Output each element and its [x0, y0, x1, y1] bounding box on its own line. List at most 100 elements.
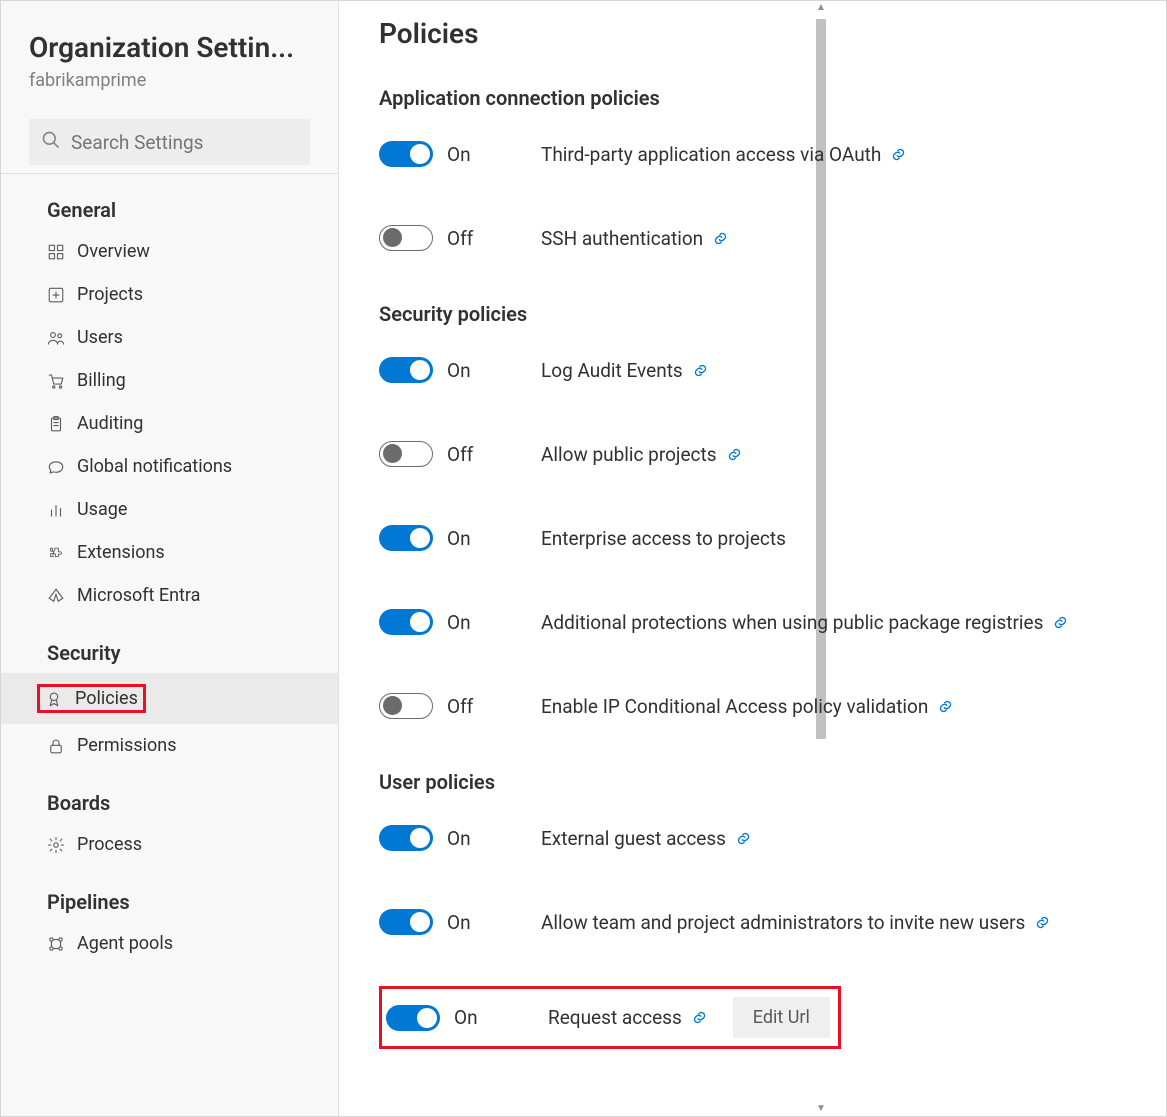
page-title: Policies [379, 17, 1126, 50]
link-icon[interactable] [693, 363, 708, 378]
policy-label: Allow team and project administrators to… [541, 911, 1025, 934]
toggle-state-label: On [447, 527, 471, 550]
pool-icon [47, 935, 65, 953]
nav-item-label: Users [77, 327, 326, 348]
nav-item-label: Process [77, 834, 326, 855]
main-content: Policies Application connection policies… [339, 1, 1166, 1116]
sidebar-title: Organization Settin... [29, 31, 310, 64]
search-settings[interactable] [29, 119, 310, 165]
toggle-log-audit-events[interactable] [379, 357, 433, 383]
puzzle-icon [47, 544, 65, 562]
ribbon-icon [45, 690, 63, 708]
nav-item-overview[interactable]: Overview [1, 230, 338, 273]
toggle-state-label: On [454, 1006, 478, 1029]
section-title: Security policies [379, 302, 1126, 326]
section-title: User policies [379, 770, 1126, 794]
nav-item-label: Permissions [77, 735, 326, 756]
nav-item-usage[interactable]: Usage [1, 488, 338, 531]
policy-label: Allow public projects [541, 443, 717, 466]
policy-label: Enable IP Conditional Access policy vali… [541, 695, 928, 718]
toggle-state-label: Off [447, 443, 473, 466]
nav-item-label: Agent pools [77, 933, 326, 954]
link-icon[interactable] [713, 231, 728, 246]
policy-row: On Allow team and project administrators … [379, 902, 1126, 942]
toggle-state-label: On [447, 827, 471, 850]
bar-chart-icon [47, 501, 65, 519]
policy-row: OffSSH authentication [379, 218, 1126, 258]
nav-item-policies[interactable]: Policies [1, 673, 338, 724]
toggle-knob [383, 444, 402, 463]
nav-item-label: Overview [77, 241, 326, 262]
toggle-state-label: Off [447, 695, 473, 718]
toggle-state-label: On [447, 911, 471, 934]
policy-row: Off Enable IP Conditional Access policy v… [379, 686, 1126, 726]
toggle-additional-protections-when-using-public-package-registries[interactable] [379, 609, 433, 635]
nav-item-agent-pools[interactable]: Agent pools [1, 922, 338, 965]
org-name: fabrikamprime [29, 70, 310, 91]
nav-item-label: Microsoft Entra [77, 585, 326, 606]
policy-row: OnThird-party application access via OAu… [379, 134, 1126, 174]
gear-icon [47, 836, 65, 854]
policy-label: Request access [548, 1006, 682, 1029]
nav-item-label: Global notifications [77, 456, 326, 477]
policy-row: OnEnterprise access to projects [379, 518, 1126, 558]
clipboard-icon [47, 415, 65, 433]
link-icon[interactable] [891, 147, 906, 162]
policy-label: External guest access [541, 827, 726, 850]
toggle-knob [410, 828, 430, 848]
edit-url-button[interactable]: Edit Url [733, 997, 830, 1038]
nav-item-global-notifications[interactable]: Global notifications [1, 445, 338, 488]
nav-item-label: Projects [77, 284, 326, 305]
nav: General Overview Projects Users Billing Audit… [1, 174, 338, 965]
section-title: Application connection policies [379, 86, 1126, 110]
nav-item-projects[interactable]: Projects [1, 273, 338, 316]
link-icon[interactable] [938, 699, 953, 714]
policy-row: OnAdditional protections when using publ… [379, 602, 1126, 642]
users-icon [47, 329, 65, 347]
link-icon[interactable] [736, 831, 751, 846]
toggle-allow-team-and-project-administrators-to-invite-new-users[interactable] [379, 909, 433, 935]
toggle-knob [410, 144, 430, 164]
cart-icon [47, 372, 65, 390]
sidebar: Organization Settin... fabrikamprime Gen… [1, 1, 339, 1116]
highlight-request-access: On Request access Edit Url [379, 986, 841, 1049]
policy-label: Third-party application access via OAuth [541, 143, 881, 166]
nav-item-label: Extensions [77, 542, 326, 563]
toggle-third-party-application-access-via-oauth[interactable] [379, 141, 433, 167]
nav-group-title: General [1, 174, 338, 230]
toggle-enterprise-access-to-projects[interactable] [379, 525, 433, 551]
policy-label: SSH authentication [541, 227, 703, 250]
toggle-external-guest-access[interactable] [379, 825, 433, 851]
search-icon [41, 130, 61, 154]
nav-item-billing[interactable]: Billing [1, 359, 338, 402]
nav-item-extensions[interactable]: Extensions [1, 531, 338, 574]
nav-item-process[interactable]: Process [1, 823, 338, 866]
toggle-ssh-authentication[interactable] [379, 225, 433, 251]
toggle-knob [383, 228, 402, 247]
policy-row: On Request access Edit Url [379, 986, 1126, 1049]
link-icon[interactable] [692, 1010, 707, 1025]
link-icon[interactable] [1053, 615, 1068, 630]
toggle-allow-public-projects[interactable] [379, 441, 433, 467]
nav-item-microsoft-entra[interactable]: Microsoft Entra [1, 574, 338, 617]
toggle-knob [410, 912, 430, 932]
policy-row: Off Allow public projects [379, 434, 1126, 474]
policy-label: Log Audit Events [541, 359, 683, 382]
policy-row: OnLog Audit Events [379, 350, 1126, 390]
toggle-knob [417, 1008, 437, 1028]
toggle-knob [410, 528, 430, 548]
nav-item-permissions[interactable]: Permissions [1, 724, 338, 767]
nav-item-users[interactable]: Users [1, 316, 338, 359]
highlight-policies: Policies [37, 684, 146, 713]
toggle-enable-ip-conditional-access-policy-validation[interactable] [379, 693, 433, 719]
nav-item-label: Billing [77, 370, 326, 391]
nav-item-label: Auditing [77, 413, 326, 434]
entra-icon [47, 587, 65, 605]
lock-icon [47, 737, 65, 755]
link-icon[interactable] [727, 447, 742, 462]
toggle-knob [410, 360, 430, 380]
toggle-request-access[interactable] [386, 1005, 440, 1031]
nav-item-auditing[interactable]: Auditing [1, 402, 338, 445]
search-input[interactable] [71, 131, 316, 154]
link-icon[interactable] [1035, 915, 1050, 930]
